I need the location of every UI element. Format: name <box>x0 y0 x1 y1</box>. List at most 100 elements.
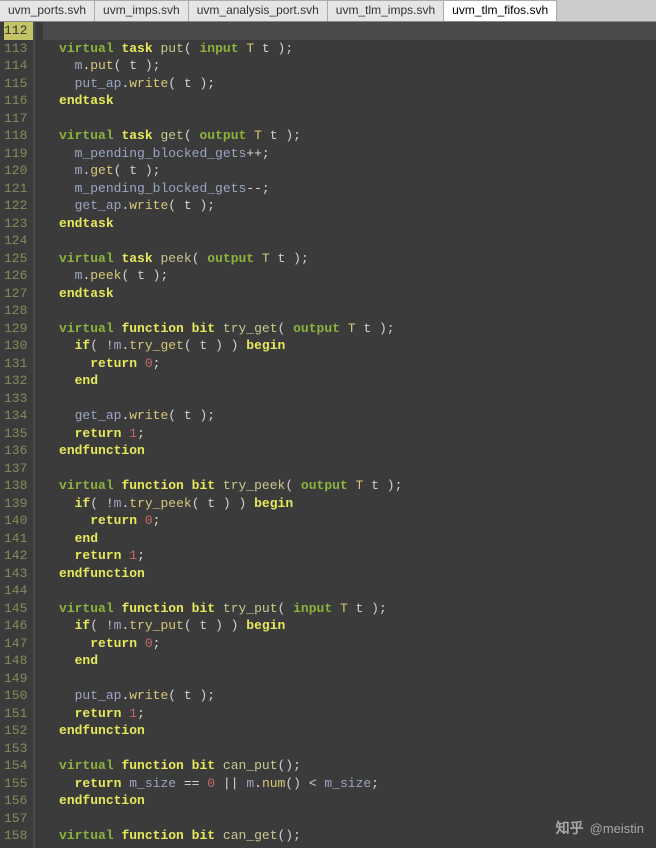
tab-uvm_ports-svh[interactable]: uvm_ports.svh <box>0 0 95 21</box>
line-number: 136 <box>4 442 27 460</box>
code-editor[interactable]: 1121131141151161171181191201211221231241… <box>0 22 656 848</box>
line-number: 157 <box>4 810 27 828</box>
line-number: 158 <box>4 827 27 845</box>
line-number: 130 <box>4 337 27 355</box>
code-line[interactable] <box>43 110 656 128</box>
line-number: 141 <box>4 530 27 548</box>
line-number: 114 <box>4 57 27 75</box>
code-line[interactable]: virtual task get( output T t ); <box>43 127 656 145</box>
line-number: 123 <box>4 215 27 233</box>
code-line[interactable]: virtual function bit try_put( input T t … <box>43 600 656 618</box>
line-number-gutter: 1121131141151161171181191201211221231241… <box>0 22 35 848</box>
line-number: 137 <box>4 460 27 478</box>
code-line[interactable]: return 1; <box>43 425 656 443</box>
code-line[interactable]: if( !m.try_peek( t ) ) begin <box>43 495 656 513</box>
line-number: 149 <box>4 670 27 688</box>
line-number: 139 <box>4 495 27 513</box>
code-line[interactable]: get_ap.write( t ); <box>43 407 656 425</box>
code-line[interactable]: m.peek( t ); <box>43 267 656 285</box>
code-line[interactable]: end <box>43 530 656 548</box>
code-line[interactable]: return m_size == 0 || m.num() < m_size; <box>43 775 656 793</box>
code-line[interactable]: endfunction <box>43 792 656 810</box>
line-number: 131 <box>4 355 27 373</box>
code-line[interactable]: m.put( t ); <box>43 57 656 75</box>
line-number: 134 <box>4 407 27 425</box>
code-line[interactable]: put_ap.write( t ); <box>43 75 656 93</box>
line-number: 112 <box>4 22 33 40</box>
code-line[interactable]: end <box>43 372 656 390</box>
code-line[interactable]: virtual function bit can_put(); <box>43 757 656 775</box>
line-number: 122 <box>4 197 27 215</box>
line-number: 152 <box>4 722 27 740</box>
code-line[interactable]: if( !m.try_get( t ) ) begin <box>43 337 656 355</box>
line-number: 156 <box>4 792 27 810</box>
tab-uvm_tlm_imps-svh[interactable]: uvm_tlm_imps.svh <box>328 0 444 21</box>
code-line[interactable] <box>43 582 656 600</box>
line-number: 151 <box>4 705 27 723</box>
code-line[interactable]: virtual function bit try_get( output T t… <box>43 320 656 338</box>
watermark-user: @meistin <box>590 821 644 836</box>
code-area[interactable]: virtual task put( input T t ); m.put( t … <box>35 22 656 848</box>
code-line[interactable]: return 1; <box>43 547 656 565</box>
line-number: 143 <box>4 565 27 583</box>
code-line[interactable] <box>43 22 656 40</box>
code-line[interactable]: virtual task peek( output T t ); <box>43 250 656 268</box>
code-line[interactable]: if( !m.try_put( t ) ) begin <box>43 617 656 635</box>
code-line[interactable]: endfunction <box>43 722 656 740</box>
line-number: 117 <box>4 110 27 128</box>
tab-uvm_imps-svh[interactable]: uvm_imps.svh <box>95 0 189 21</box>
code-line[interactable]: return 0; <box>43 355 656 373</box>
code-line[interactable]: endfunction <box>43 565 656 583</box>
code-line[interactable]: put_ap.write( t ); <box>43 687 656 705</box>
code-line[interactable]: endtask <box>43 92 656 110</box>
code-line[interactable]: return 0; <box>43 635 656 653</box>
line-number: 125 <box>4 250 27 268</box>
code-line[interactable]: end <box>43 652 656 670</box>
code-line[interactable] <box>43 302 656 320</box>
code-line[interactable]: virtual function bit try_peek( output T … <box>43 477 656 495</box>
code-line[interactable]: return 0; <box>43 512 656 530</box>
line-number: 127 <box>4 285 27 303</box>
line-number: 126 <box>4 267 27 285</box>
line-number: 140 <box>4 512 27 530</box>
line-number: 121 <box>4 180 27 198</box>
line-number: 119 <box>4 145 27 163</box>
line-number: 113 <box>4 40 27 58</box>
line-number: 142 <box>4 547 27 565</box>
line-number: 150 <box>4 687 27 705</box>
code-line[interactable] <box>43 740 656 758</box>
line-number: 144 <box>4 582 27 600</box>
line-number: 116 <box>4 92 27 110</box>
code-line[interactable]: m_pending_blocked_gets++; <box>43 145 656 163</box>
code-line[interactable]: endtask <box>43 285 656 303</box>
line-number: 135 <box>4 425 27 443</box>
line-number: 146 <box>4 617 27 635</box>
line-number: 132 <box>4 372 27 390</box>
code-line[interactable]: get_ap.write( t ); <box>43 197 656 215</box>
line-number: 154 <box>4 757 27 775</box>
line-number: 120 <box>4 162 27 180</box>
code-line[interactable] <box>43 460 656 478</box>
line-number: 118 <box>4 127 27 145</box>
line-number: 115 <box>4 75 27 93</box>
tab-bar: uvm_ports.svhuvm_imps.svhuvm_analysis_po… <box>0 0 656 22</box>
code-line[interactable]: virtual task put( input T t ); <box>43 40 656 58</box>
line-number: 124 <box>4 232 27 250</box>
code-line[interactable]: return 1; <box>43 705 656 723</box>
code-line[interactable] <box>43 670 656 688</box>
line-number: 145 <box>4 600 27 618</box>
code-line[interactable]: endtask <box>43 215 656 233</box>
watermark: 知乎 @meistin <box>556 818 644 838</box>
code-line[interactable]: m.get( t ); <box>43 162 656 180</box>
tab-uvm_tlm_fifos-svh[interactable]: uvm_tlm_fifos.svh <box>444 0 557 21</box>
code-line[interactable]: m_pending_blocked_gets--; <box>43 180 656 198</box>
line-number: 129 <box>4 320 27 338</box>
code-line[interactable] <box>43 232 656 250</box>
code-line[interactable]: endfunction <box>43 442 656 460</box>
tab-uvm_analysis_port-svh[interactable]: uvm_analysis_port.svh <box>189 0 328 21</box>
code-line[interactable] <box>43 390 656 408</box>
zhihu-icon: 知乎 <box>556 818 584 838</box>
line-number: 153 <box>4 740 27 758</box>
line-number: 133 <box>4 390 27 408</box>
line-number: 128 <box>4 302 27 320</box>
